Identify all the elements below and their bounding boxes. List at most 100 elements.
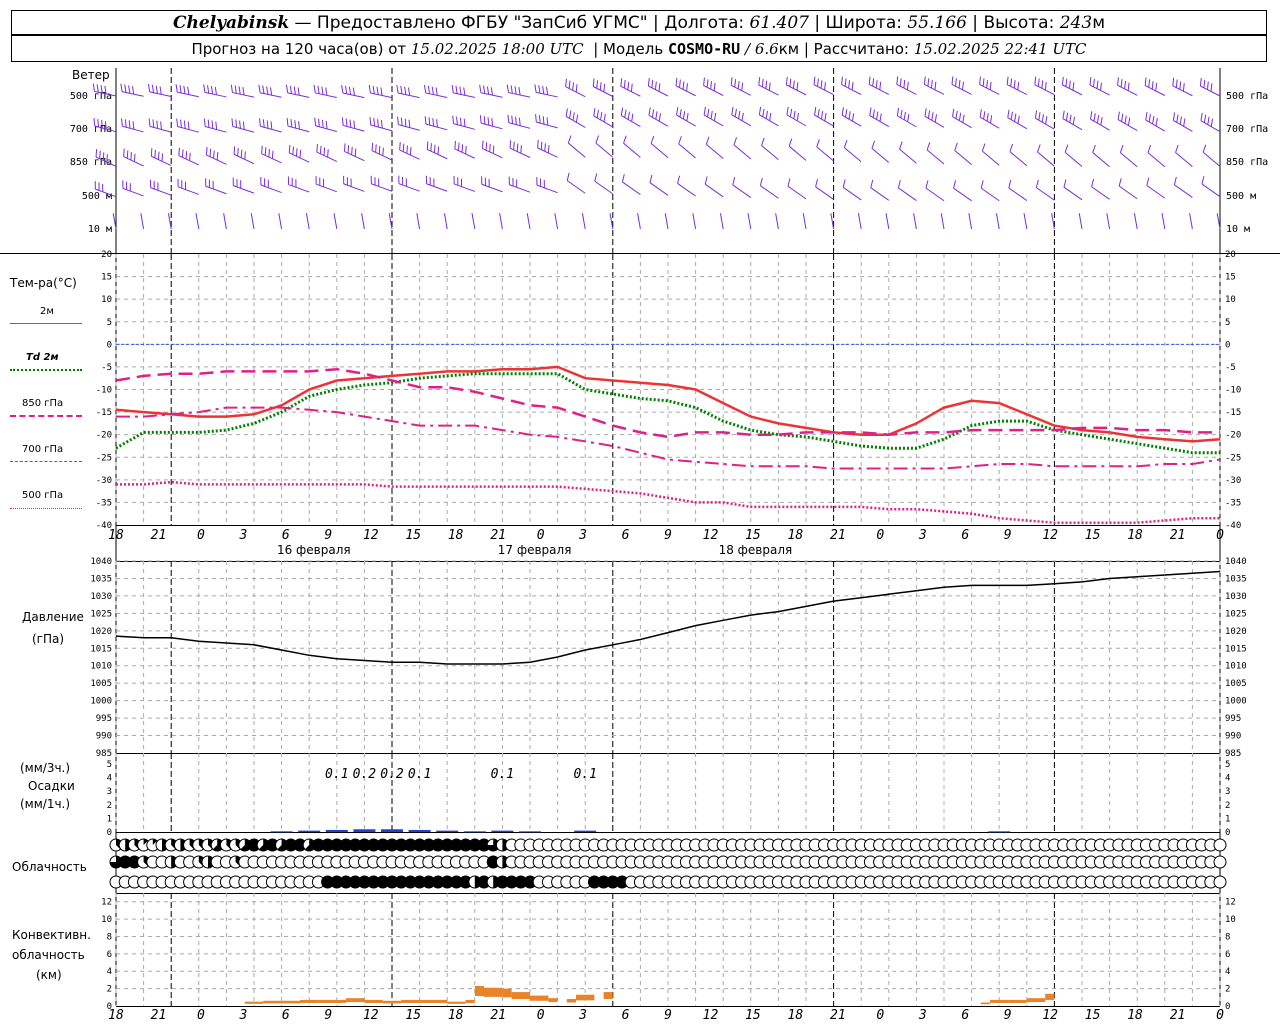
wind-barb-flag bbox=[520, 145, 522, 154]
time-tick-label-bottom: 15 bbox=[405, 1008, 421, 1023]
wind-barb-flag bbox=[321, 86, 324, 95]
wind-barb bbox=[399, 149, 420, 160]
wind-barb bbox=[371, 150, 393, 161]
wind-barb-flag bbox=[130, 152, 132, 161]
time-tick-label: 15 bbox=[745, 528, 761, 543]
wind-barb-flag bbox=[788, 138, 793, 147]
convective-bar bbox=[382, 1000, 402, 1004]
wind-level-label-right: 850 гПа bbox=[1226, 157, 1268, 168]
wind-barb bbox=[397, 92, 420, 99]
wind-barb-flag bbox=[761, 78, 764, 87]
wind-barb bbox=[149, 91, 172, 97]
wind-barb-flag bbox=[593, 107, 596, 117]
wind-barb-flag bbox=[544, 143, 546, 152]
wind-barb-flag bbox=[841, 107, 844, 116]
wind-barb bbox=[1200, 85, 1221, 97]
wind-barb-flag bbox=[506, 84, 509, 93]
wind-barb-flag bbox=[487, 117, 490, 126]
wind-barb-flag bbox=[262, 119, 265, 128]
wind-barb bbox=[704, 183, 724, 198]
wind-barb-flag bbox=[160, 121, 162, 130]
wind-barb-flag bbox=[1201, 176, 1205, 185]
wind-barb-flag bbox=[1173, 176, 1177, 185]
wind-barb-flag bbox=[1155, 117, 1158, 127]
wind-barb-flag bbox=[848, 80, 851, 89]
wind-barb bbox=[1201, 183, 1221, 198]
wind-barb bbox=[857, 213, 862, 230]
wind-barb-flag bbox=[535, 114, 537, 123]
wind-barb bbox=[482, 148, 503, 159]
wind-barb bbox=[982, 150, 1000, 166]
wind-barb-flag bbox=[741, 82, 744, 91]
wind-barb-flag bbox=[1041, 114, 1044, 123]
time-tick-label-bottom: 0 bbox=[537, 1008, 545, 1023]
wind-barb-flag bbox=[426, 141, 429, 150]
convective-bar bbox=[511, 992, 530, 1000]
wind-barb-flag bbox=[1069, 114, 1072, 123]
precip-bar bbox=[298, 830, 321, 832]
wind-barb-flag bbox=[655, 111, 658, 120]
wind-barb bbox=[178, 155, 200, 166]
wind-barb-flag bbox=[181, 149, 184, 158]
cloud-circle bbox=[1213, 838, 1227, 852]
wind-barb-flag bbox=[150, 148, 153, 157]
wind-barb bbox=[1200, 120, 1221, 133]
time-tick-label-bottom: 18 bbox=[448, 1008, 464, 1023]
wind-barb-flag bbox=[1119, 144, 1124, 153]
wind-barb bbox=[287, 92, 310, 98]
wind-barb bbox=[370, 92, 393, 99]
time-tick-label: 9 bbox=[324, 528, 332, 543]
wind-barb-flag bbox=[1041, 80, 1044, 89]
wind-barb-flag bbox=[566, 172, 570, 181]
wind-barb-flag bbox=[518, 87, 521, 96]
temp-y-tick-left: 0 bbox=[107, 340, 112, 350]
wind-barb-flag bbox=[848, 111, 851, 120]
wind-barb bbox=[979, 84, 1000, 95]
wind-barb-flag bbox=[451, 84, 454, 93]
wind-barb-flag bbox=[1006, 76, 1009, 85]
wind-barb-flag bbox=[706, 79, 709, 88]
wind-barb-flag bbox=[262, 85, 265, 94]
cloud-circle bbox=[1213, 875, 1227, 889]
wind-barb bbox=[677, 183, 696, 197]
wind-barb-flag bbox=[285, 84, 289, 93]
wind-barb-flag bbox=[649, 174, 653, 183]
precip-y-tick-right: 3 bbox=[1225, 787, 1230, 797]
wind-barb-flag bbox=[705, 136, 710, 145]
wind-barb-flag bbox=[792, 80, 795, 89]
convective-bar bbox=[465, 999, 475, 1003]
wind-barb-flag bbox=[565, 108, 568, 117]
conv-y-tick-right: 6 bbox=[1225, 950, 1230, 960]
pressure-y-tick-left: 1010 bbox=[90, 662, 112, 672]
wind-barb-flag bbox=[292, 146, 294, 155]
wind-barb-flag bbox=[1152, 116, 1155, 125]
pressure-y-tick-left: 1035 bbox=[90, 574, 112, 584]
wind-barb-flag bbox=[1175, 144, 1179, 153]
time-tick-label: 6 bbox=[961, 528, 969, 543]
wind-barb-flag bbox=[102, 152, 105, 161]
wind-barb-flag bbox=[1100, 117, 1103, 126]
wind-barb-flag bbox=[183, 85, 186, 94]
wind-barb bbox=[1172, 85, 1193, 97]
wind-barb bbox=[1147, 152, 1166, 168]
conv-y-tick-right: 10 bbox=[1225, 915, 1236, 925]
wind-barb-flag bbox=[264, 147, 267, 156]
wind-barb-flag bbox=[372, 85, 375, 94]
conv-y-tick-right: 0 bbox=[1225, 1002, 1230, 1012]
convective-bar bbox=[530, 995, 549, 1001]
wind-barb-flag bbox=[266, 120, 269, 129]
wind-barb-flag bbox=[596, 80, 599, 89]
time-tick-label-bottom: 9 bbox=[1004, 1008, 1012, 1023]
wind-barb-flag bbox=[400, 117, 403, 126]
wind-barb-flag bbox=[1199, 78, 1202, 87]
wind-barb-flag bbox=[1182, 83, 1185, 92]
wind-barb-flag bbox=[431, 86, 434, 95]
wind-barb-flag bbox=[121, 118, 123, 127]
wind-barb-flag bbox=[737, 80, 740, 89]
wind-barb bbox=[897, 115, 917, 128]
wind-barb-flag bbox=[1072, 82, 1075, 91]
wind-barb-flag bbox=[679, 79, 681, 88]
wind-barb-flag bbox=[816, 139, 820, 148]
time-tick-label-bottom: 18 bbox=[1127, 1008, 1143, 1023]
wind-barb-flag bbox=[435, 87, 438, 96]
